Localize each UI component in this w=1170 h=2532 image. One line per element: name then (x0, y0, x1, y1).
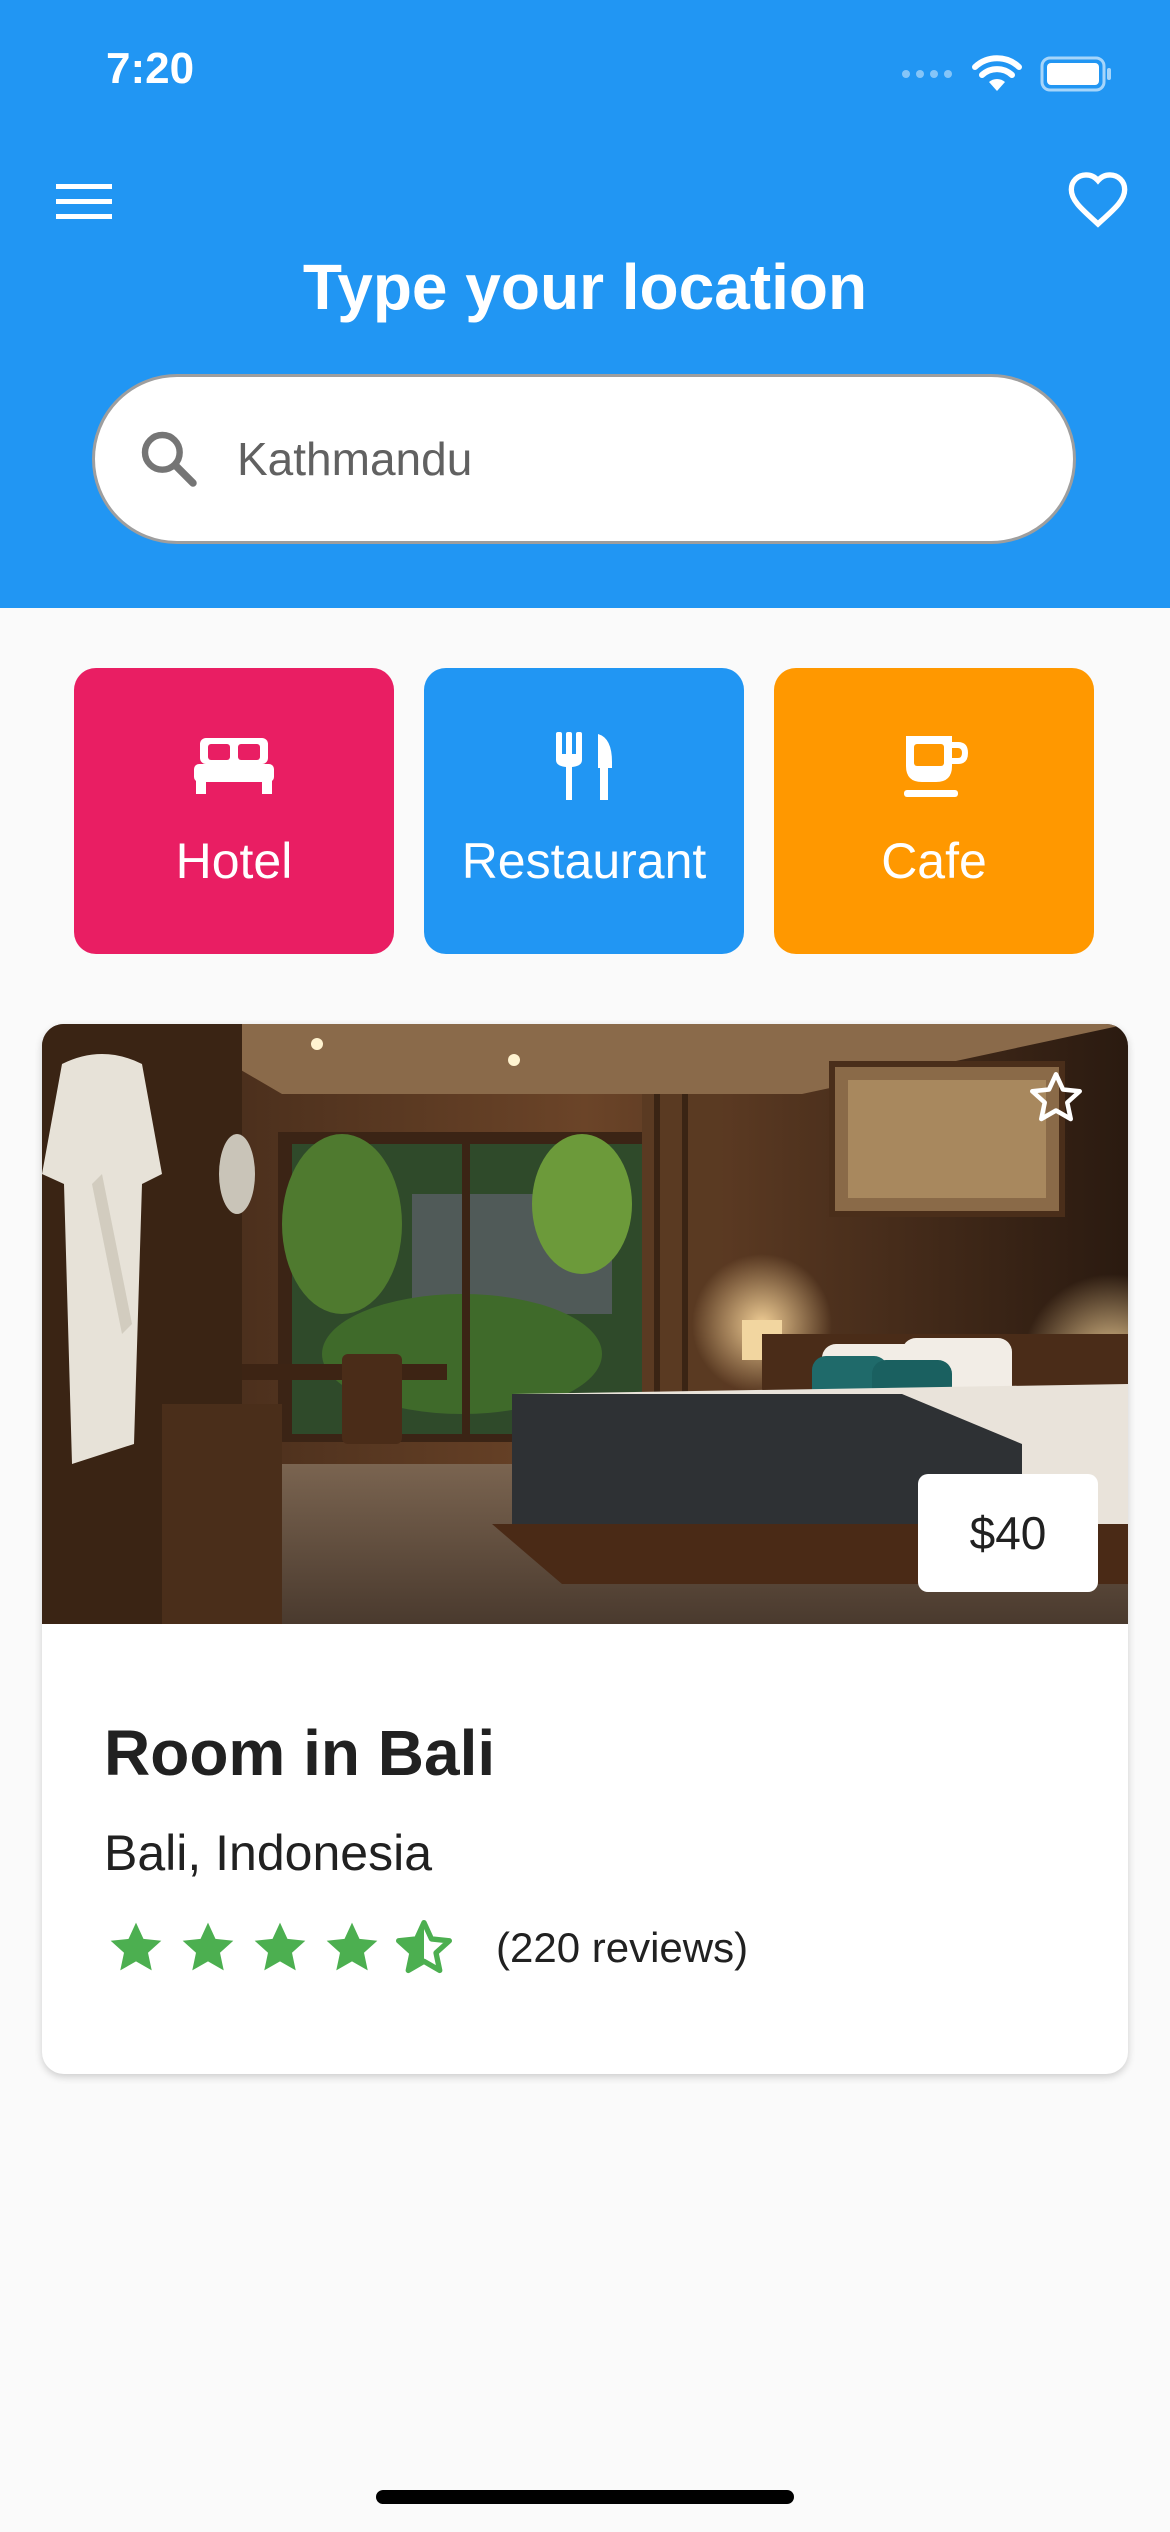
heart-outline-icon[interactable] (1066, 168, 1130, 232)
star-filled-icon (182, 1922, 234, 1971)
search-input[interactable] (235, 431, 999, 487)
app-header: 7:20 Type your location (0, 0, 1170, 608)
status-time: 7:20 (106, 44, 195, 93)
rating-row: (220 reviews) (104, 1912, 748, 1984)
star-half-icon (396, 1920, 452, 1974)
rating-stars (104, 1916, 464, 1980)
bed-icon (194, 738, 274, 794)
category-restaurant[interactable]: Restaurant (424, 668, 744, 954)
search-bar[interactable] (92, 374, 1076, 544)
page-title: Type your location (302, 251, 868, 323)
home-indicator[interactable] (376, 2490, 794, 2504)
cellular-signal-icon (902, 70, 952, 78)
listing-location: Bali, Indonesia (104, 1825, 433, 1881)
coffee-cup-icon (904, 736, 968, 797)
category-cafe[interactable]: Cafe (774, 668, 1094, 954)
listing-card[interactable]: $40 Room in Bali Bali, Indonesia (220 re… (42, 1024, 1128, 2074)
search-icon (141, 431, 197, 487)
star-outline-icon[interactable] (1026, 1068, 1086, 1128)
category-list: Hotel Restaurant Cafe (74, 668, 1096, 954)
wifi-icon (972, 55, 1022, 91)
star-filled-icon (254, 1922, 306, 1971)
category-hotel[interactable]: Hotel (74, 668, 394, 954)
fork-knife-icon (556, 732, 612, 800)
reviews-count: (220 reviews) (496, 1924, 749, 1971)
price-badge: $40 (918, 1474, 1098, 1592)
star-filled-icon (110, 1922, 162, 1971)
category-label: Cafe (881, 833, 987, 889)
category-label: Hotel (175, 833, 293, 889)
menu-icon[interactable] (56, 180, 112, 224)
star-filled-icon (326, 1922, 378, 1971)
category-label: Restaurant (461, 833, 707, 889)
status-icons (900, 52, 1114, 96)
battery-icon (1040, 56, 1111, 92)
listing-title: Room in Bali (104, 1717, 496, 1789)
